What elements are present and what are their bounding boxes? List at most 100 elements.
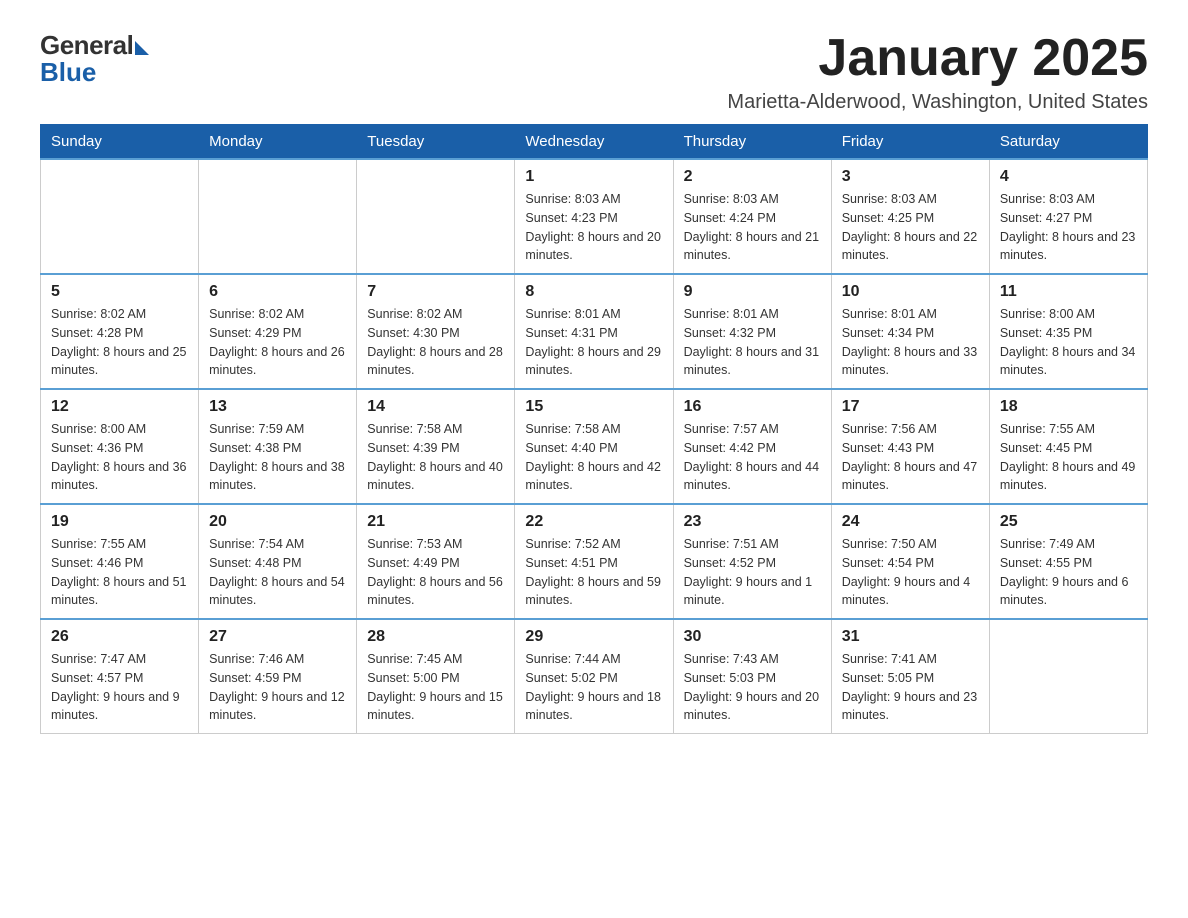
calendar-cell: 1 Sunrise: 8:03 AM Sunset: 4:23 PM Daylig…: [515, 159, 673, 274]
calendar-cell: 24 Sunrise: 7:50 AM Sunset: 4:54 PM Dayli…: [831, 504, 989, 619]
calendar-cell: 28 Sunrise: 7:45 AM Sunset: 5:00 PM Dayli…: [357, 619, 515, 734]
day-info: Sunrise: 7:50 AM Sunset: 4:54 PM Dayligh…: [842, 535, 979, 610]
day-number: 6: [209, 283, 346, 301]
day-info: Sunrise: 7:55 AM Sunset: 4:46 PM Dayligh…: [51, 535, 188, 610]
calendar-cell: 25Sunrise: 7:49 AM Sunset: 4:55 PM Dayli…: [989, 504, 1147, 619]
logo: General Blue: [40, 30, 149, 88]
calendar-cell: 20 Sunrise: 7:54 AM Sunset: 4:48 PM Dayli…: [199, 504, 357, 619]
calendar-cell: 31 Sunrise: 7:41 AM Sunset: 5:05 PM Dayli…: [831, 619, 989, 734]
weekday-header-wednesday: Wednesday: [515, 125, 673, 160]
location-title: Marietta-Alderwood, Washington, United S…: [727, 91, 1148, 114]
day-info: Sunrise: 8:02 AM Sunset: 4:29 PM Dayligh…: [209, 305, 346, 380]
day-number: 13: [209, 398, 346, 416]
day-info: Sunrise: 7:45 AM Sunset: 5:00 PM Dayligh…: [367, 650, 504, 725]
day-info: Sunrise: 8:03 AM Sunset: 4:24 PM Dayligh…: [684, 190, 821, 265]
calendar-cell: 5 Sunrise: 8:02 AM Sunset: 4:28 PM Daylig…: [41, 274, 199, 389]
day-info: Sunrise: 7:59 AM Sunset: 4:38 PM Dayligh…: [209, 420, 346, 495]
day-info: Sunrise: 7:49 AM Sunset: 4:55 PM Dayligh…: [1000, 535, 1137, 610]
day-info: Sunrise: 8:01 AM Sunset: 4:32 PM Dayligh…: [684, 305, 821, 380]
day-number: 5: [51, 283, 188, 301]
day-number: 9: [684, 283, 821, 301]
calendar-table: SundayMondayTuesdayWednesdayThursdayFrid…: [40, 124, 1148, 734]
month-title: January 2025: [727, 30, 1148, 87]
day-number: 31: [842, 628, 979, 646]
calendar-cell: 3Sunrise: 8:03 AM Sunset: 4:25 PM Daylig…: [831, 159, 989, 274]
title-block: January 2025 Marietta-Alderwood, Washing…: [727, 30, 1148, 114]
day-number: 16: [684, 398, 821, 416]
day-number: 14: [367, 398, 504, 416]
day-number: 24: [842, 513, 979, 531]
day-info: Sunrise: 7:44 AM Sunset: 5:02 PM Dayligh…: [525, 650, 662, 725]
day-info: Sunrise: 7:41 AM Sunset: 5:05 PM Dayligh…: [842, 650, 979, 725]
calendar-cell: 23Sunrise: 7:51 AM Sunset: 4:52 PM Dayli…: [673, 504, 831, 619]
weekday-header-saturday: Saturday: [989, 125, 1147, 160]
calendar-cell: 2 Sunrise: 8:03 AM Sunset: 4:24 PM Daylig…: [673, 159, 831, 274]
day-number: 20: [209, 513, 346, 531]
calendar-week-row: 1 Sunrise: 8:03 AM Sunset: 4:23 PM Daylig…: [41, 159, 1148, 274]
calendar-week-row: 26 Sunrise: 7:47 AM Sunset: 4:57 PM Dayli…: [41, 619, 1148, 734]
calendar-header-row: SundayMondayTuesdayWednesdayThursdayFrid…: [41, 125, 1148, 160]
day-info: Sunrise: 7:55 AM Sunset: 4:45 PM Dayligh…: [1000, 420, 1137, 495]
weekday-header-sunday: Sunday: [41, 125, 199, 160]
day-info: Sunrise: 8:03 AM Sunset: 4:23 PM Dayligh…: [525, 190, 662, 265]
day-number: 29: [525, 628, 662, 646]
calendar-week-row: 19 Sunrise: 7:55 AM Sunset: 4:46 PM Dayli…: [41, 504, 1148, 619]
day-number: 17: [842, 398, 979, 416]
calendar-cell: 10 Sunrise: 8:01 AM Sunset: 4:34 PM Dayli…: [831, 274, 989, 389]
calendar-week-row: 5 Sunrise: 8:02 AM Sunset: 4:28 PM Daylig…: [41, 274, 1148, 389]
day-number: 10: [842, 283, 979, 301]
day-number: 18: [1000, 398, 1137, 416]
calendar-cell: 8Sunrise: 8:01 AM Sunset: 4:31 PM Daylig…: [515, 274, 673, 389]
day-info: Sunrise: 7:57 AM Sunset: 4:42 PM Dayligh…: [684, 420, 821, 495]
calendar-cell: 21Sunrise: 7:53 AM Sunset: 4:49 PM Dayli…: [357, 504, 515, 619]
day-number: 23: [684, 513, 821, 531]
day-info: Sunrise: 7:47 AM Sunset: 4:57 PM Dayligh…: [51, 650, 188, 725]
calendar-cell: [199, 159, 357, 274]
calendar-cell: [357, 159, 515, 274]
calendar-cell: 12 Sunrise: 8:00 AM Sunset: 4:36 PM Dayli…: [41, 389, 199, 504]
calendar-cell: 11Sunrise: 8:00 AM Sunset: 4:35 PM Dayli…: [989, 274, 1147, 389]
calendar-cell: 16 Sunrise: 7:57 AM Sunset: 4:42 PM Dayli…: [673, 389, 831, 504]
calendar-cell: 13 Sunrise: 7:59 AM Sunset: 4:38 PM Dayli…: [199, 389, 357, 504]
day-number: 1: [525, 168, 662, 186]
calendar-cell: 30 Sunrise: 7:43 AM Sunset: 5:03 PM Dayli…: [673, 619, 831, 734]
calendar-cell: 18 Sunrise: 7:55 AM Sunset: 4:45 PM Dayli…: [989, 389, 1147, 504]
weekday-header-tuesday: Tuesday: [357, 125, 515, 160]
day-info: Sunrise: 8:01 AM Sunset: 4:31 PM Dayligh…: [525, 305, 662, 380]
calendar-cell: 7Sunrise: 8:02 AM Sunset: 4:30 PM Daylig…: [357, 274, 515, 389]
calendar-cell: 19 Sunrise: 7:55 AM Sunset: 4:46 PM Dayli…: [41, 504, 199, 619]
day-number: 21: [367, 513, 504, 531]
day-number: 26: [51, 628, 188, 646]
day-number: 22: [525, 513, 662, 531]
day-info: Sunrise: 7:46 AM Sunset: 4:59 PM Dayligh…: [209, 650, 346, 725]
calendar-cell: 17Sunrise: 7:56 AM Sunset: 4:43 PM Dayli…: [831, 389, 989, 504]
day-number: 7: [367, 283, 504, 301]
day-info: Sunrise: 8:02 AM Sunset: 4:28 PM Dayligh…: [51, 305, 188, 380]
calendar-cell: 6 Sunrise: 8:02 AM Sunset: 4:29 PM Daylig…: [199, 274, 357, 389]
day-number: 19: [51, 513, 188, 531]
calendar-cell: 15Sunrise: 7:58 AM Sunset: 4:40 PM Dayli…: [515, 389, 673, 504]
day-info: Sunrise: 8:00 AM Sunset: 4:36 PM Dayligh…: [51, 420, 188, 495]
weekday-header-thursday: Thursday: [673, 125, 831, 160]
calendar-cell: 9 Sunrise: 8:01 AM Sunset: 4:32 PM Daylig…: [673, 274, 831, 389]
day-info: Sunrise: 7:58 AM Sunset: 4:39 PM Dayligh…: [367, 420, 504, 495]
weekday-header-monday: Monday: [199, 125, 357, 160]
day-number: 4: [1000, 168, 1137, 186]
weekday-header-friday: Friday: [831, 125, 989, 160]
day-info: Sunrise: 7:54 AM Sunset: 4:48 PM Dayligh…: [209, 535, 346, 610]
day-info: Sunrise: 8:01 AM Sunset: 4:34 PM Dayligh…: [842, 305, 979, 380]
calendar-cell: 14 Sunrise: 7:58 AM Sunset: 4:39 PM Dayli…: [357, 389, 515, 504]
day-info: Sunrise: 8:03 AM Sunset: 4:27 PM Dayligh…: [1000, 190, 1137, 265]
day-number: 12: [51, 398, 188, 416]
day-number: 30: [684, 628, 821, 646]
day-number: 27: [209, 628, 346, 646]
day-info: Sunrise: 8:00 AM Sunset: 4:35 PM Dayligh…: [1000, 305, 1137, 380]
day-number: 2: [684, 168, 821, 186]
logo-blue-text: Blue: [40, 57, 96, 88]
day-number: 28: [367, 628, 504, 646]
logo-arrow-icon: [135, 41, 149, 55]
calendar-cell: [41, 159, 199, 274]
day-info: Sunrise: 7:43 AM Sunset: 5:03 PM Dayligh…: [684, 650, 821, 725]
day-info: Sunrise: 7:58 AM Sunset: 4:40 PM Dayligh…: [525, 420, 662, 495]
calendar-cell: [989, 619, 1147, 734]
